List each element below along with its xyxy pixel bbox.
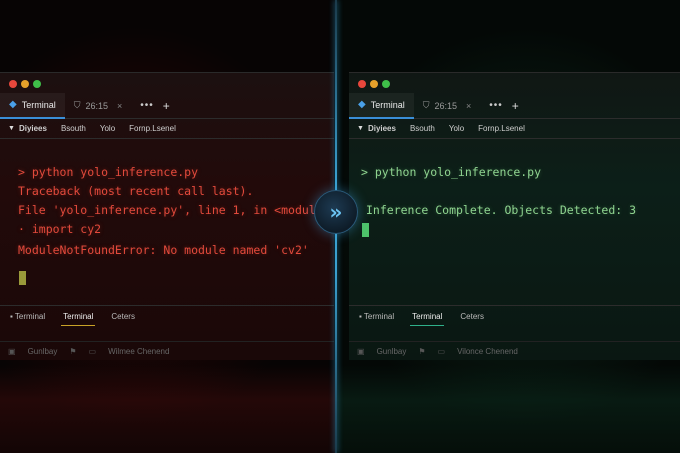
tab-label: Terminal [21,99,56,110]
maximize-window-button[interactable] [382,80,390,88]
bottom-tab-active[interactable]: Terminal [410,308,445,326]
menu-item[interactable]: Fornp.Lsenel [129,124,176,133]
chevron-down-icon[interactable]: ▼ [357,125,364,132]
tab-label: Terminal [370,99,405,110]
close-window-button[interactable] [358,80,366,88]
folder-icon: ▭ [88,347,97,356]
minimize-window-button[interactable] [21,80,29,88]
bottom-tab-active[interactable]: Terminal [61,308,96,326]
folder-icon: ▭ [437,347,446,356]
status-bar: ▣ Gunlbay ⚑ ▭ Vilonce Chenend [349,341,680,360]
bottom-tab[interactable]: Ceters [458,308,486,325]
status-item[interactable]: Wilmee Chenend [108,347,169,356]
error-line: File 'yolo_inference.py', line 1, in <mo… [18,203,330,217]
add-tab-icon[interactable]: + [512,99,519,113]
fast-forward-glyph: » [329,200,343,224]
terminal-cursor [19,271,26,285]
menu-bar: ▼ Diyiees Bsouth Yolo Fornp.Lsenel [349,119,680,139]
command-line: > python yolo_inference.py [361,165,542,179]
tab-session[interactable]: ⛉ 26:15 × [65,93,132,119]
error-line: · import cy2 [18,222,102,236]
close-icon[interactable]: × [117,101,122,111]
shield-icon: ⛉ [422,100,430,110]
menu-item[interactable]: Fornp.Lsenel [478,124,525,133]
success-terminal-panel: ◆ Terminal ⛉ 26:15 × ••• + ▼ Diyiees Bso… [337,0,680,453]
bell-icon: ⚑ [69,347,77,356]
menu-item[interactable]: Yolo [100,124,115,133]
window-titlebar [0,73,334,93]
menu-bar: ▼ Diyiees Bsouth Yolo Fornp.Lsenel [0,119,334,139]
tab-terminal[interactable]: ◆ Terminal [0,92,65,119]
tab-label: 26:15 [85,100,109,111]
more-icon[interactable]: ••• [140,100,154,111]
bottom-panel-tabs: ▪ Terminal Terminal Ceters [349,305,680,327]
tab-label: 26:15 [434,100,458,111]
terminal-cursor [362,223,369,237]
tab-bar: ◆ Terminal ⛉ 26:15 × ••• + [349,92,680,119]
terminal-output[interactable]: > python yolo_inference.py Inference Com… [349,139,680,295]
terminal-window-error: ◆ Terminal ⛉ 26:15 × ••• + ▼ Diyiees Bso… [0,72,334,360]
success-message: Inference Complete. Objects Detected: 3 [366,203,637,217]
menu-item[interactable]: Bsouth [410,124,435,133]
close-icon[interactable]: × [466,101,471,111]
status-bar: ▣ Gunlbay ⚑ ▭ Wilmee Chenend [0,341,334,360]
error-terminal-panel: ◆ Terminal ⛉ 26:15 × ••• + ▼ Diyiees Bso… [0,0,336,453]
bottom-tab[interactable]: Ceters [109,308,137,325]
status-item[interactable]: Gunlbay [28,347,58,356]
tab-actions: ••• + [131,93,179,119]
fast-forward-icon: » [314,190,358,234]
menu-item[interactable]: Yolo [449,124,464,133]
close-window-button[interactable] [9,80,17,88]
tab-terminal[interactable]: ◆ Terminal [349,92,414,119]
more-icon[interactable]: ••• [489,100,503,111]
tab-actions: ••• + [480,93,528,119]
terminal-icon: ◆ [358,99,366,110]
menu-item[interactable]: Bsouth [61,124,86,133]
branch-icon: ▣ [8,347,16,356]
maximize-window-button[interactable] [33,80,41,88]
branch-icon: ▣ [357,347,365,356]
terminal-output[interactable]: > python yolo_inference.py Traceback (mo… [0,139,334,295]
add-tab-icon[interactable]: + [163,99,170,113]
status-item[interactable]: Gunlbay [377,347,407,356]
error-message: ModuleNotFoundError: No module named 'cv… [18,243,309,257]
terminal-icon: ◆ [9,99,17,110]
bottom-tab[interactable]: ▪ Terminal [357,308,396,325]
minimize-window-button[interactable] [370,80,378,88]
reflection-floor [0,365,336,453]
bell-icon: ⚑ [418,347,426,356]
menu-item[interactable]: Diyiees [19,124,47,133]
shield-icon: ⛉ [73,100,81,110]
tab-bar: ◆ Terminal ⛉ 26:15 × ••• + [0,92,334,119]
menu-item[interactable]: Diyiees [368,124,396,133]
command-line: > python yolo_inference.py [18,165,199,179]
terminal-window-success: ◆ Terminal ⛉ 26:15 × ••• + ▼ Diyiees Bso… [349,72,680,360]
error-line: Traceback (most recent call last). [18,184,254,198]
reflection-floor [337,365,680,453]
tab-session[interactable]: ⛉ 26:15 × [414,93,481,119]
bottom-panel-tabs: ▪ Terminal Terminal Ceters [0,305,334,327]
window-titlebar [349,73,680,93]
bottom-tab[interactable]: ▪ Terminal [8,308,47,325]
chevron-down-icon[interactable]: ▼ [8,125,15,132]
status-item[interactable]: Vilonce Chenend [457,347,518,356]
